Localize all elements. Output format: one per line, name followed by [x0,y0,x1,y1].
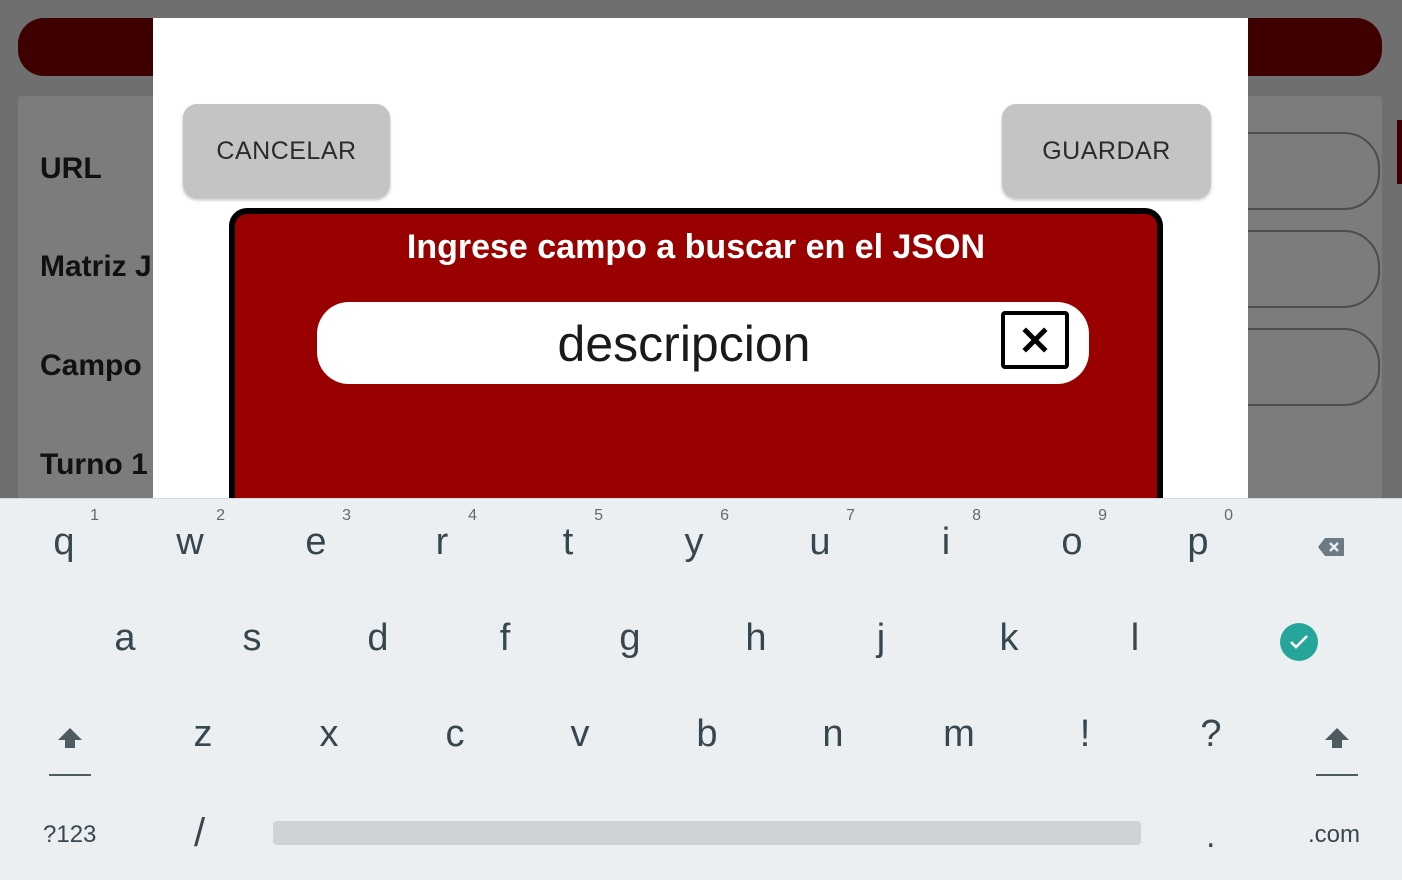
prompt-title: Ingrese campo a buscar en el JSON [406,228,986,266]
key-hint: 5 [594,507,603,524]
key-t[interactable]: t5 [523,499,613,579]
key-n[interactable]: n [788,691,878,771]
key-d[interactable]: d [333,595,423,675]
key-label: l [1130,617,1140,659]
key-y[interactable]: y6 [649,499,739,579]
key-j[interactable]: j [836,595,926,675]
key-label: b [696,713,718,755]
key-label: h [745,617,767,659]
key-hint: 3 [342,507,351,524]
key-q[interactable]: q1 [19,499,109,579]
key-s[interactable]: s [207,595,297,675]
key-a[interactable]: a [80,595,170,675]
backspace-icon [1318,538,1344,556]
background-label-url: URL [40,152,102,185]
key-label: m [943,713,975,755]
shift-underline [1316,774,1358,776]
key-label: z [193,713,213,755]
key-label: ! [1079,713,1091,755]
search-field-container [317,302,1089,386]
key-label: p [1187,521,1209,563]
key-label: d [367,617,389,659]
save-button[interactable]: GUARDAR [1002,104,1211,198]
key-k[interactable]: k [964,595,1054,675]
key-label: j [876,617,886,659]
key-label: f [499,617,511,659]
key-label: r [435,521,449,563]
cancel-button[interactable]: CANCELAR [183,104,390,198]
key-o[interactable]: o9 [1027,499,1117,579]
key-g[interactable]: g [585,595,675,675]
slash-key[interactable]: / [194,811,205,856]
key-hint: 9 [1098,507,1107,524]
key-f[interactable]: f [460,595,550,675]
key-label: t [562,521,574,563]
search-field-dialog: CANCELAR GUARDAR Ingrese campo a buscar … [153,18,1248,528]
key-e[interactable]: e3 [271,499,361,579]
key-label: a [114,617,136,659]
key-x[interactable]: x [284,691,374,771]
key-label: v [570,713,590,755]
key-label: y [684,521,704,563]
key-exclamation[interactable]: ! [1040,691,1130,771]
key-hint: 7 [846,507,855,524]
key-hint: 6 [720,507,729,524]
key-label: i [941,521,951,563]
key-z[interactable]: z [158,691,248,771]
key-hint: 8 [972,507,981,524]
key-label: g [619,617,641,659]
key-b[interactable]: b [662,691,752,771]
key-w[interactable]: w2 [145,499,235,579]
key-p[interactable]: p0 [1153,499,1243,579]
key-label: u [809,521,831,563]
key-l[interactable]: l [1090,595,1180,675]
background-label-matriz: Matriz J [40,250,152,283]
shift-left-key[interactable] [25,691,115,776]
enter-check-icon [1290,635,1308,649]
key-label: e [305,521,327,563]
search-prompt-box: Ingrese campo a buscar en el JSON [229,208,1163,528]
shift-underline [49,774,91,776]
key-r[interactable]: r4 [397,499,487,579]
symbols-key[interactable]: ?123 [43,821,96,849]
key-label: x [319,713,339,755]
background-edge-accent [1397,120,1402,184]
shift-right-key[interactable] [1292,691,1382,776]
key-label: o [1061,521,1083,563]
shift-right-icon [1325,728,1349,748]
key-i[interactable]: i8 [901,499,991,579]
key-label: k [999,617,1019,659]
search-input[interactable] [357,302,1011,386]
key-c[interactable]: c [410,691,500,771]
enter-key[interactable] [1280,623,1318,661]
key-label: q [53,521,75,563]
period-key[interactable]: . [1206,817,1215,856]
key-hint: 1 [90,507,99,524]
dotcom-key[interactable]: .com [1308,821,1360,849]
key-m[interactable]: m [914,691,1004,771]
backspace-key[interactable] [1286,499,1376,579]
background-label-turno: Turno 1 [40,448,148,481]
key-hint: 4 [468,507,477,524]
key-label: ? [1200,713,1222,755]
close-icon [1022,327,1048,353]
clear-button[interactable] [1001,311,1069,369]
key-u[interactable]: u7 [775,499,865,579]
key-question[interactable]: ? [1166,691,1256,771]
shift-left-icon [58,728,82,748]
key-label: c [445,713,465,755]
key-hint: 0 [1224,507,1233,524]
spacebar[interactable] [273,821,1141,845]
key-hint: 2 [216,507,225,524]
background-label-campo: Campo [40,349,142,382]
key-label: s [242,617,262,659]
key-label: n [822,713,844,755]
soft-keyboard: q1 w2 e3 r4 t5 y6 u7 i8 o9 p0 a s d f g … [0,498,1402,880]
key-v[interactable]: v [535,691,625,771]
key-label: w [176,521,204,563]
key-h[interactable]: h [711,595,801,675]
